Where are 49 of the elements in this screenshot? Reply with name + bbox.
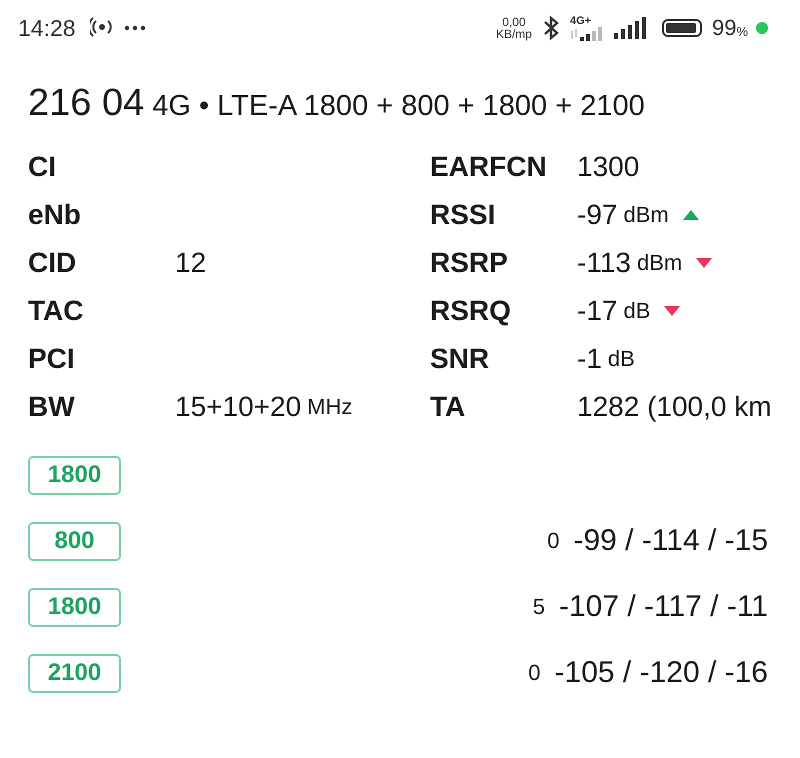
battery-percent: 99: [712, 15, 736, 41]
band-badge: 800: [28, 522, 121, 560]
partial-text: 0: [547, 528, 560, 554]
field-unit: dBm: [636, 250, 682, 276]
clock: 14:28: [18, 14, 76, 42]
percent-sign: %: [736, 24, 748, 38]
up-triangle-icon: [682, 210, 699, 220]
field-value: -1: [577, 343, 602, 375]
band-badge: 2100: [28, 654, 121, 692]
field-label: RSRQ: [430, 295, 512, 327]
field-label: CID: [28, 247, 78, 279]
status-dot: [756, 22, 768, 34]
signal-reading: -99 / -114 / -15: [573, 524, 768, 558]
field-unit: dBm: [623, 202, 669, 228]
down-triangle-icon: [696, 258, 712, 268]
field-unit: dB: [623, 298, 650, 324]
speed-value: 0,00: [502, 16, 526, 28]
field-value: -17: [577, 295, 618, 327]
field-label: TAC: [28, 295, 84, 327]
field-value: 1300: [577, 151, 640, 183]
field-value: 12: [175, 247, 206, 279]
technology-text: 4G • LTE-A 1800 + 800 + 1800 + 2100: [152, 90, 645, 123]
field-label: CI: [28, 151, 57, 183]
partial-text: 5: [532, 594, 545, 620]
down-triangle-icon: [664, 306, 680, 316]
band-badge: 1800: [28, 588, 121, 626]
band-badge: 1800: [28, 456, 121, 494]
operator-code: 216 04: [28, 82, 144, 125]
field-label: PCI: [28, 343, 76, 375]
partial-text: 0: [528, 660, 541, 686]
field-label: EARFCN: [430, 151, 548, 183]
field-label: eNb: [28, 199, 82, 231]
more-icon: [124, 25, 146, 31]
signal-reading: -105 / -120 / -16: [554, 656, 768, 690]
field-label: TA: [430, 391, 466, 423]
field-label: RSSI: [430, 199, 496, 231]
field-label: RSRP: [430, 247, 509, 279]
field-value: -113: [577, 247, 631, 279]
field-unit: dB: [608, 346, 635, 372]
field-value: -97: [577, 199, 618, 231]
field-value: 15+10+20: [175, 391, 302, 423]
battery-icon: [662, 19, 702, 37]
field-label: BW: [28, 391, 76, 423]
field-unit: MHz: [307, 394, 352, 420]
signal-reading: -107 / -117 / -11: [558, 590, 768, 624]
field-value: 1282 (100,0 km: [577, 391, 772, 423]
field-label: SNR: [430, 343, 490, 375]
network-type: 4G+: [570, 16, 592, 26]
speed-unit: KB/mp: [496, 28, 532, 40]
